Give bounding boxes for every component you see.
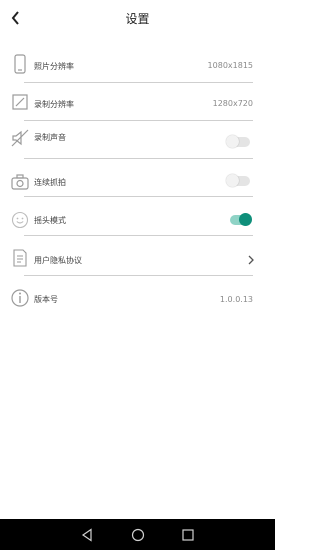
- divider: [24, 275, 253, 276]
- setting-row-burst-shot[interactable]: 连续抓拍: [0, 160, 275, 198]
- setting-row-version: 版本号 1.0.0.13: [0, 278, 275, 316]
- phone-icon: [14, 54, 26, 74]
- record-audio-toggle[interactable]: [226, 135, 250, 148]
- setting-label: 摇头模式: [34, 216, 66, 225]
- setting-row-record-audio[interactable]: 录制声音: [0, 122, 275, 160]
- setting-row-record-resolution[interactable]: 录制分辨率 1280x720: [0, 84, 275, 122]
- recents-square-icon[interactable]: [181, 528, 195, 542]
- divider: [24, 120, 253, 121]
- smile-icon: [11, 211, 29, 229]
- info-icon: [11, 289, 29, 307]
- version-value: 1.0.0.13: [219, 295, 253, 304]
- toggle-knob: [239, 213, 252, 226]
- document-icon: [13, 249, 27, 267]
- burst-shot-toggle[interactable]: [226, 174, 250, 187]
- mute-icon: [11, 129, 29, 147]
- setting-row-privacy-policy[interactable]: 用户隐私协议: [0, 238, 275, 276]
- system-navigation-bar: [0, 519, 275, 550]
- setting-value: 1080x1815: [207, 61, 253, 70]
- divider: [24, 235, 253, 236]
- setting-row-photo-resolution[interactable]: 照片分辨率 1080x1815: [0, 46, 275, 84]
- edit-square-icon: [12, 94, 28, 110]
- setting-value: 1280x720: [212, 99, 253, 108]
- divider: [24, 158, 253, 159]
- page-title: 设置: [125, 12, 150, 26]
- shake-mode-toggle[interactable]: [230, 213, 252, 226]
- setting-label: 照片分辨率: [34, 62, 74, 71]
- setting-label: 录制声音: [34, 133, 66, 142]
- header: 设置: [0, 0, 275, 38]
- divider: [24, 82, 253, 83]
- chevron-right-icon: [248, 255, 254, 265]
- toggle-knob: [226, 135, 239, 148]
- setting-label: 录制分辨率: [34, 100, 74, 109]
- home-circle-icon[interactable]: [131, 528, 145, 542]
- back-triangle-icon[interactable]: [80, 528, 94, 542]
- setting-row-shake-mode[interactable]: 摇头模式: [0, 198, 275, 236]
- setting-label: 连续抓拍: [34, 178, 66, 187]
- setting-label: 用户隐私协议: [34, 256, 82, 265]
- toggle-knob: [226, 174, 239, 187]
- setting-label: 版本号: [34, 295, 58, 304]
- camera-icon: [11, 174, 29, 190]
- divider: [24, 196, 253, 197]
